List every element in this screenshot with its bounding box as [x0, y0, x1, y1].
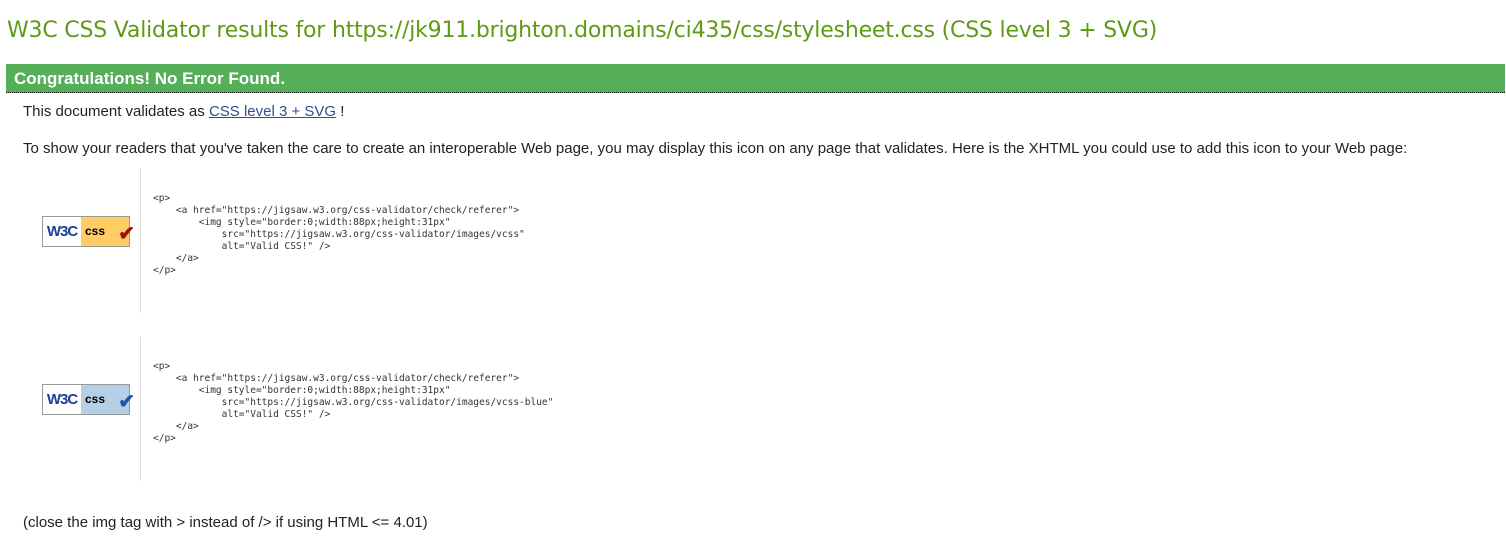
css-level-link[interactable]: CSS level 3 + SVG	[209, 103, 336, 120]
code-block-1: <p> <a href="https://jigsaw.w3.org/css-v…	[140, 168, 741, 313]
intro-text: To show your readers that you've taken t…	[23, 140, 1408, 157]
validates-suffix: !	[340, 103, 345, 120]
badge-code-snippet: <p> <a href="https://jigsaw.w3.org/css-v…	[153, 361, 554, 444]
valid-css-badge-gold[interactable]: W3C css ✔	[42, 216, 135, 247]
w3c-logo: W3C	[43, 385, 81, 414]
validates-prefix: This document validates as	[23, 103, 205, 120]
code-block-2: <p> <a href="https://jigsaw.w3.org/css-v…	[140, 337, 741, 481]
validates-text: This document validates as CSS level 3 +…	[23, 103, 344, 120]
page-title: W3C CSS Validator results for https://jk…	[7, 18, 1158, 43]
checkmark-icon: ✔	[118, 223, 135, 245]
checkmark-icon: ✔	[118, 391, 135, 413]
css-label: css ✔	[81, 385, 135, 414]
w3c-logo: W3C	[43, 217, 81, 246]
success-banner: Congratulations! No Error Found.	[6, 64, 1505, 93]
css-label: css ✔	[81, 217, 135, 246]
footnote: (close the img tag with > instead of /> …	[23, 514, 428, 531]
valid-css-badge-blue[interactable]: W3C css ✔	[42, 384, 135, 415]
badge-code-snippet: <p> <a href="https://jigsaw.w3.org/css-v…	[153, 193, 525, 276]
